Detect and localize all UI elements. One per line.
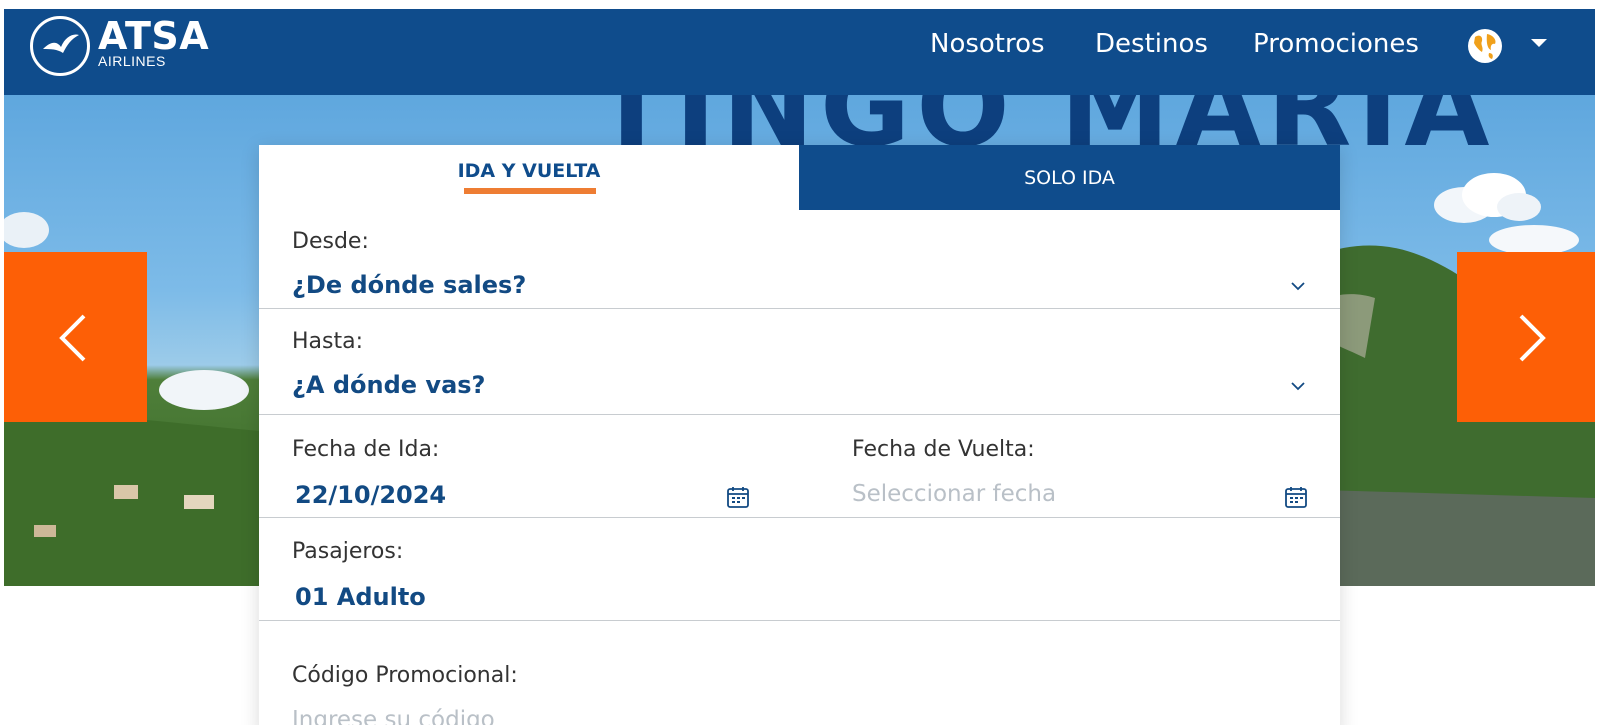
logo-bird-icon xyxy=(30,16,90,76)
divider xyxy=(259,308,1340,309)
divider xyxy=(259,517,1340,518)
promo-code-label: Código Promocional: xyxy=(292,663,518,688)
tab-one-way-label: SOLO IDA xyxy=(1024,166,1115,189)
tab-round-trip[interactable]: IDA Y VUELTA xyxy=(259,145,799,210)
to-label: Hasta: xyxy=(292,329,364,354)
divider xyxy=(259,620,1340,621)
active-tab-indicator xyxy=(464,188,596,194)
carousel-prev-button[interactable] xyxy=(4,252,147,422)
flight-search-form: IDA Y VUELTA SOLO IDA Desde: ¿De dónde s… xyxy=(259,145,1340,725)
from-select[interactable]: ¿De dónde sales? xyxy=(292,271,526,299)
to-select[interactable]: ¿A dónde vas? xyxy=(292,371,485,399)
calendar-icon[interactable] xyxy=(1284,485,1308,509)
tab-one-way[interactable]: SOLO IDA xyxy=(799,145,1340,210)
return-date-label: Fecha de Vuelta: xyxy=(852,437,1035,462)
nav-destinos[interactable]: Destinos xyxy=(1095,29,1208,59)
return-date-input[interactable]: Seleccionar fecha xyxy=(852,481,1056,507)
chevron-left-icon xyxy=(59,314,86,362)
language-dropdown-caret-icon[interactable] xyxy=(1531,39,1547,47)
calendar-icon[interactable] xyxy=(726,485,750,509)
promo-code-input[interactable]: Ingrese su código xyxy=(292,707,495,725)
divider xyxy=(259,414,1340,415)
chevron-down-icon[interactable] xyxy=(1291,279,1305,293)
depart-date-label: Fecha de Ida: xyxy=(292,437,440,462)
chevron-down-icon[interactable] xyxy=(1291,379,1305,393)
logo-title: ATSA xyxy=(98,14,210,58)
passengers-select[interactable]: 01 Adulto xyxy=(295,583,426,611)
tab-round-trip-label: IDA Y VUELTA xyxy=(457,159,601,182)
top-navbar: ATSA AIRLINES Nosotros Destinos Promocio… xyxy=(4,9,1595,95)
passengers-label: Pasajeros: xyxy=(292,539,404,564)
globe-icon[interactable] xyxy=(1467,28,1503,64)
nav-nosotros[interactable]: Nosotros xyxy=(930,29,1045,59)
chevron-right-icon xyxy=(1519,314,1546,362)
cloud-graphic xyxy=(159,370,249,410)
depart-date-input[interactable]: 22/10/2024 xyxy=(295,481,446,509)
carousel-next-button[interactable] xyxy=(1457,252,1595,422)
from-label: Desde: xyxy=(292,229,369,254)
cloud-graphic xyxy=(4,212,49,248)
nav-promociones[interactable]: Promociones xyxy=(1253,29,1419,59)
atsa-logo[interactable]: ATSA AIRLINES xyxy=(30,15,209,77)
